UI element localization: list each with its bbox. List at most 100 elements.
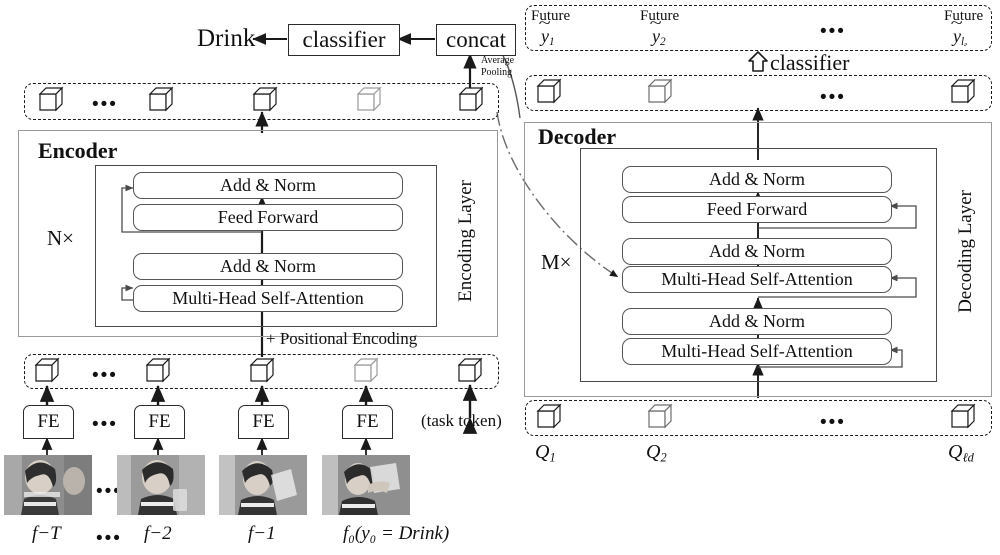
decoder-title: Decoder xyxy=(538,124,617,149)
feature-extractor-4-label: FE xyxy=(356,411,379,432)
future-symbol-2: y2 xyxy=(652,27,666,48)
decoder-output-token[interactable] xyxy=(536,78,562,104)
feature-extractor-4[interactable]: FE xyxy=(342,405,393,439)
decoder-add-norm-2[interactable]: Add & Norm xyxy=(622,238,892,265)
future-symbol-1-base: y xyxy=(541,27,549,45)
frame-caption-3: f−1 xyxy=(248,524,276,543)
encoder-input-token[interactable] xyxy=(249,357,275,383)
encoder-output-token[interactable] xyxy=(148,86,174,112)
decoder-feed-forward-label: Feed Forward xyxy=(706,199,808,219)
query-caption-2-symbol: Q xyxy=(646,441,661,463)
decoder-add-norm-1[interactable]: Add & Norm xyxy=(622,308,892,335)
encoder-output-token[interactable] xyxy=(38,86,64,112)
decoder-input-ellipsis: ••• xyxy=(820,412,846,433)
future-symbol-3-sub: lₔ xyxy=(961,36,968,49)
query-caption-1-sub: 1 xyxy=(549,450,556,465)
encoder-add-norm-2-label: Add & Norm xyxy=(220,175,316,195)
future-symbol-1-sub: 1 xyxy=(549,36,555,49)
encoder-output-task-token[interactable] xyxy=(458,86,484,112)
decoder-self-attention-label: Multi-Head Self-Attention xyxy=(661,341,853,361)
encoder-add-norm-1[interactable]: Add & Norm xyxy=(133,253,403,280)
encoder-output-token[interactable] xyxy=(356,86,382,112)
feature-extractor-1[interactable]: FE xyxy=(23,405,74,439)
encoder-input-token[interactable] xyxy=(353,357,379,383)
encoder-output-ellipsis: ••• xyxy=(92,94,118,115)
query-caption-2: Q2 xyxy=(646,442,667,464)
query-caption-3-symbol: Q xyxy=(948,441,963,463)
decoder-output-token[interactable] xyxy=(647,78,673,104)
query-caption-3-sub: ℓd xyxy=(962,450,974,465)
future-label-1: Future xyxy=(531,8,571,24)
query-token-1[interactable] xyxy=(536,403,562,429)
encoder-repeat-label: N× xyxy=(47,226,75,250)
future-predictions-row xyxy=(525,5,992,51)
feature-extractor-3-label: FE xyxy=(252,411,275,432)
concat-button[interactable]: concat xyxy=(436,24,516,56)
decoder-add-norm-3-label: Add & Norm xyxy=(709,169,805,189)
frame-caption-1-text: f−T xyxy=(32,523,61,544)
decoder-input-token-row xyxy=(525,400,992,436)
task-token-label: (task token) xyxy=(421,411,502,430)
decoder-self-attention[interactable]: Multi-Head Self-Attention xyxy=(622,338,892,365)
encoder-output-token[interactable] xyxy=(252,86,278,112)
future-symbol-3-base: y xyxy=(953,27,961,45)
future-symbol-1: y1 xyxy=(541,27,555,48)
positional-encoding-label: + Positional Encoding xyxy=(266,329,418,348)
fe-ellipsis: ••• xyxy=(92,414,118,435)
query-caption-1: Q1 xyxy=(535,442,556,464)
decoder-cross-attention-label: Multi-Head Self-Attention xyxy=(661,269,853,289)
decoder-add-norm-3[interactable]: Add & Norm xyxy=(622,166,892,193)
query-caption-2-sub: 2 xyxy=(660,450,667,465)
encoder-add-norm-2[interactable]: Add & Norm xyxy=(133,172,403,199)
decoder-output-token-row xyxy=(525,75,992,111)
feature-extractor-3[interactable]: FE xyxy=(238,405,289,439)
encoder-feed-forward[interactable]: Feed Forward xyxy=(133,204,403,231)
encoder-multi-head-self-attention-label: Multi-Head Self-Attention xyxy=(172,288,364,308)
query-caption-1-symbol: Q xyxy=(535,441,550,463)
decoder-output-ellipsis: ••• xyxy=(820,87,846,108)
decoder-output-token[interactable] xyxy=(950,78,976,104)
video-frame-2 xyxy=(117,455,205,515)
encoder-title: Encoder xyxy=(38,138,118,163)
feature-extractor-1-label: FE xyxy=(37,411,60,432)
video-frame-1 xyxy=(4,455,92,515)
video-frame-3 xyxy=(219,455,307,515)
average-pooling-label-line2: Pooling xyxy=(481,67,513,78)
encoder-multi-head-self-attention[interactable]: Multi-Head Self-Attention xyxy=(133,285,403,312)
average-pooling-label-line1: Average xyxy=(481,55,515,66)
frame-caption-3-text: f−1 xyxy=(248,523,276,544)
captions-ellipsis: ••• xyxy=(96,528,122,549)
encoder-input-task-token[interactable] xyxy=(457,357,483,383)
decoder-repeat-label: M× xyxy=(541,250,572,274)
future-symbol-2-sub: 2 xyxy=(660,36,666,49)
feature-extractor-2[interactable]: FE xyxy=(134,405,185,439)
decoding-layer-label: Decoding Layer xyxy=(955,190,976,313)
encoder-input-token[interactable] xyxy=(34,357,60,383)
encoder-feed-forward-label: Feed Forward xyxy=(217,207,319,227)
future-ellipsis: ••• xyxy=(820,21,846,42)
frame-caption-2-text: f−2 xyxy=(144,523,172,544)
frame-caption-4: f₀(y₀ = Drink) xyxy=(343,524,449,543)
encoder-input-token[interactable] xyxy=(145,357,171,383)
diagram-canvas: Drink classifier concat Average Pooling … xyxy=(0,0,1000,555)
frame-caption-2: f−2 xyxy=(144,524,172,543)
decoder-cross-attention[interactable]: Multi-Head Self-Attention xyxy=(622,266,892,293)
decoder-feed-forward[interactable]: Feed Forward xyxy=(622,196,892,223)
frame-caption-1: f−T xyxy=(32,524,61,543)
decoder-classifier-label[interactable]: classifier xyxy=(770,52,849,74)
video-frame-4 xyxy=(322,455,410,515)
future-symbol-2-base: y xyxy=(652,27,660,45)
output-class-label: Drink xyxy=(197,25,256,52)
query-token-3[interactable] xyxy=(950,403,976,429)
concat-label: concat xyxy=(445,27,506,52)
decoder-add-norm-1-label: Add & Norm xyxy=(709,311,805,331)
encoder-input-ellipsis: ••• xyxy=(92,365,118,386)
query-caption-3: Qℓd xyxy=(948,442,974,464)
frame-caption-4-text: f₀(y₀ = Drink) xyxy=(343,523,450,544)
encoding-layer-label: Encoding Layer xyxy=(455,180,476,302)
classifier-label: classifier xyxy=(302,27,386,52)
encoder-add-norm-1-label: Add & Norm xyxy=(220,256,316,276)
feature-extractor-2-label: FE xyxy=(148,411,171,432)
query-token-2[interactable] xyxy=(647,403,673,429)
classifier-button[interactable]: classifier xyxy=(288,24,400,56)
